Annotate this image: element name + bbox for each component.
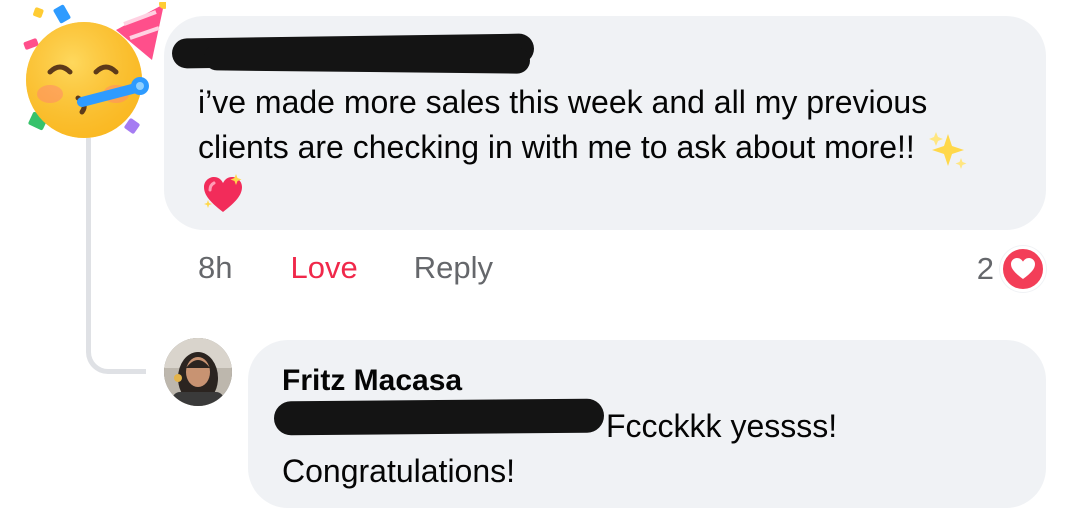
comment-thread: i’ve made more sales this week and all m…: [0, 0, 1080, 528]
reply-bubble: Fritz Macasa Fccckkk yessss! Congratulat…: [248, 340, 1046, 508]
reply-author-avatar[interactable]: [164, 338, 232, 406]
reply-text-line-1: Fccckkk yessss!: [606, 408, 838, 444]
partying-face-icon[interactable]: [16, 2, 166, 142]
comment-timestamp[interactable]: 8h: [198, 250, 232, 286]
reply-text: Fccckkk yessss! Congratulations!: [282, 404, 1022, 494]
comment-actions: 8h Love Reply: [198, 250, 493, 286]
love-button[interactable]: Love: [290, 250, 357, 286]
redacted-author-name-overlay: [203, 44, 531, 74]
comment-text: i’ve made more sales this week and all m…: [198, 80, 998, 216]
sparkles-icon: [928, 131, 967, 169]
reaction-count: 2: [976, 251, 994, 286]
heart-icon: [1000, 246, 1046, 292]
reply-text-line-2: Congratulations!: [282, 453, 516, 489]
comment-bubble: i’ve made more sales this week and all m…: [164, 16, 1046, 230]
thread-connector-line: [86, 138, 146, 374]
comment-body: i’ve made more sales this week and all m…: [198, 84, 928, 165]
reply-author-name[interactable]: Fritz Macasa: [282, 364, 462, 398]
reply-button[interactable]: Reply: [414, 250, 493, 286]
reaction-summary[interactable]: 2: [977, 246, 1046, 292]
sparkling-heart-icon: [204, 173, 242, 212]
